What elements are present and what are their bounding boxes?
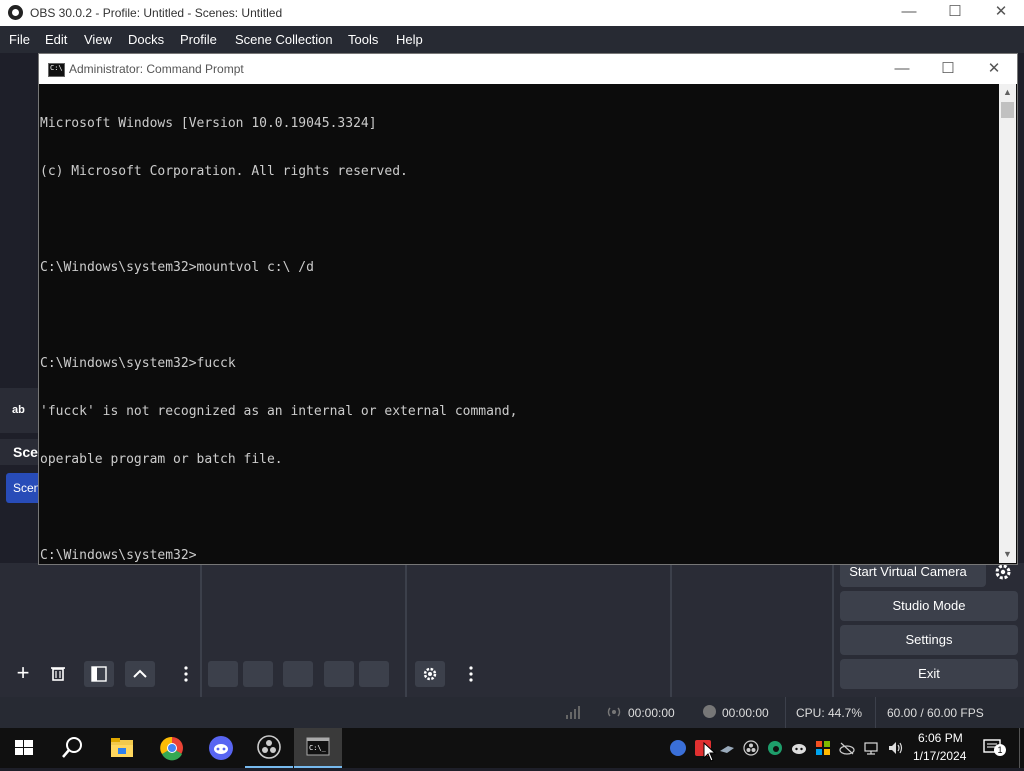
obs-taskbar-icon[interactable] [245, 728, 293, 768]
clock-time[interactable]: 6:06 PM [918, 731, 963, 745]
add-scene-icon[interactable]: + [10, 660, 36, 686]
chrome-icon[interactable] [148, 728, 196, 768]
obs-menubar: File Edit View Docks Profile Scene Colle… [0, 26, 1024, 53]
settings-button[interactable]: Settings [840, 625, 1018, 655]
tray-discord-icon[interactable] [791, 740, 807, 756]
obs-window-title: OBS 30.0.2 - Profile: Untitled - Scenes:… [30, 6, 283, 20]
tray-app-icon[interactable] [670, 740, 686, 756]
menu-docks[interactable]: Docks [128, 32, 164, 47]
obs-title-bar: OBS 30.0.2 - Profile: Untitled - Scenes:… [0, 0, 1024, 26]
obs-status-bar: 00:00:00 00:00:00 CPU: 44.7% 60.00 / 60.… [0, 697, 1024, 728]
console-prompt-line: C:\Windows\system32> [40, 548, 197, 563]
scene-item[interactable]: Scen [6, 473, 41, 503]
console-line: 'fucck' is not recognized as an internal… [40, 404, 518, 419]
command-prompt-taskbar-icon[interactable]: C:\_ [294, 728, 342, 768]
obs-logo-icon [8, 5, 23, 20]
scenes-dock-header: Scen [0, 439, 46, 465]
mouse-pointer-icon [703, 741, 717, 762]
status-divider [875, 697, 876, 728]
menu-edit[interactable]: Edit [45, 32, 67, 47]
svg-text:C:\_: C:\_ [309, 744, 327, 752]
status-divider [785, 697, 786, 728]
recording-icon [703, 705, 716, 718]
network-signal-icon [565, 704, 581, 720]
menu-profile[interactable]: Profile [180, 32, 217, 47]
menu-view[interactable]: View [84, 32, 112, 47]
chevron-up-icon[interactable] [125, 661, 155, 687]
console-output[interactable]: Microsoft Windows [Version 10.0.19045.33… [39, 84, 999, 564]
tray-onedrive-icon[interactable] [839, 740, 855, 756]
remove-scene-icon[interactable] [48, 663, 68, 683]
tray-obs-icon[interactable] [743, 740, 759, 756]
console-line: operable program or batch file. [40, 452, 283, 467]
transitions-dock [672, 563, 832, 697]
scroll-down-arrow-icon[interactable]: ▼ [1002, 549, 1013, 560]
start-windows-icon[interactable] [0, 728, 48, 768]
studio-mode-button[interactable]: Studio Mode [840, 591, 1018, 621]
cmd-window-title: Administrator: Command Prompt [69, 62, 244, 76]
cmd-minimize-icon[interactable]: — [879, 54, 925, 84]
tray-security-shield-icon[interactable] [815, 740, 831, 756]
console-line: C:\Windows\system32>fucck [40, 356, 236, 371]
maximize-icon[interactable]: ☐ [932, 0, 978, 26]
menu-file[interactable]: File [9, 32, 30, 47]
menu-tools[interactable]: Tools [348, 32, 378, 47]
mixer-more-options-icon[interactable] [465, 664, 477, 684]
action-center-notification-icon[interactable]: 1 [983, 738, 1006, 758]
source-toolbar-button[interactable] [208, 661, 238, 687]
close-icon[interactable]: ✕ [978, 0, 1024, 26]
advanced-audio-gear-icon[interactable] [415, 661, 445, 687]
scroll-up-arrow-icon[interactable]: ▲ [1002, 87, 1013, 98]
record-timer: 00:00:00 [722, 706, 769, 720]
text-source-icon[interactable]: ab [12, 404, 25, 416]
tray-network-icon[interactable] [863, 740, 879, 756]
minimize-icon[interactable]: — [886, 0, 932, 26]
more-options-icon[interactable] [180, 664, 192, 684]
stream-timer: 00:00:00 [628, 706, 675, 720]
discord-icon[interactable] [197, 728, 245, 768]
scrollbar-thumb[interactable] [1001, 102, 1014, 118]
tray-volume-icon[interactable] [887, 740, 903, 756]
notification-count-badge: 1 [994, 744, 1006, 756]
cmd-vertical-scrollbar[interactable]: ▲ ▼ [999, 84, 1016, 563]
source-toolbar-button[interactable] [283, 661, 313, 687]
source-toolbar-button[interactable] [359, 661, 389, 687]
console-line: Microsoft Windows [Version 10.0.19045.33… [40, 116, 377, 131]
fps-readout: 60.00 / 60.00 FPS [887, 706, 984, 720]
cmd-close-icon[interactable]: ✕ [971, 54, 1017, 84]
search-icon[interactable] [48, 728, 96, 768]
cmd-maximize-icon[interactable]: ☐ [925, 54, 971, 84]
exit-button[interactable]: Exit [840, 659, 1018, 689]
clock-date[interactable]: 1/17/2024 [913, 749, 966, 763]
source-toolbar-button[interactable] [243, 661, 273, 687]
cmd-app-icon [48, 63, 65, 77]
command-prompt-window[interactable]: Administrator: Command Prompt — ☐ ✕ Micr… [38, 53, 1018, 565]
console-line: C:\Windows\system32>mountvol c:\ /d [40, 260, 314, 275]
tray-edge-icon[interactable] [767, 740, 783, 756]
console-line: (c) Microsoft Corporation. All rights re… [40, 164, 408, 179]
scene-filters-icon[interactable] [84, 661, 114, 687]
menu-help[interactable]: Help [396, 32, 423, 47]
tray-steam-icon[interactable] [719, 740, 735, 756]
windows-taskbar: C:\_ 6:06 PM 1/17/2024 1 [0, 728, 1024, 768]
cmd-title-bar[interactable]: Administrator: Command Prompt — ☐ ✕ [39, 54, 1017, 84]
cpu-usage: CPU: 44.7% [796, 706, 863, 720]
scene-item-label: Scen [13, 481, 41, 495]
streaming-icon [606, 705, 622, 719]
sources-toolbar: ab [0, 388, 38, 433]
menu-scene-collection[interactable]: Scene Collection [235, 32, 333, 47]
console-lines: Microsoft Windows [Version 10.0.19045.33… [40, 84, 517, 596]
file-explorer-icon[interactable] [98, 728, 146, 768]
show-desktop-button[interactable] [1019, 728, 1024, 768]
source-toolbar-button[interactable] [324, 661, 354, 687]
